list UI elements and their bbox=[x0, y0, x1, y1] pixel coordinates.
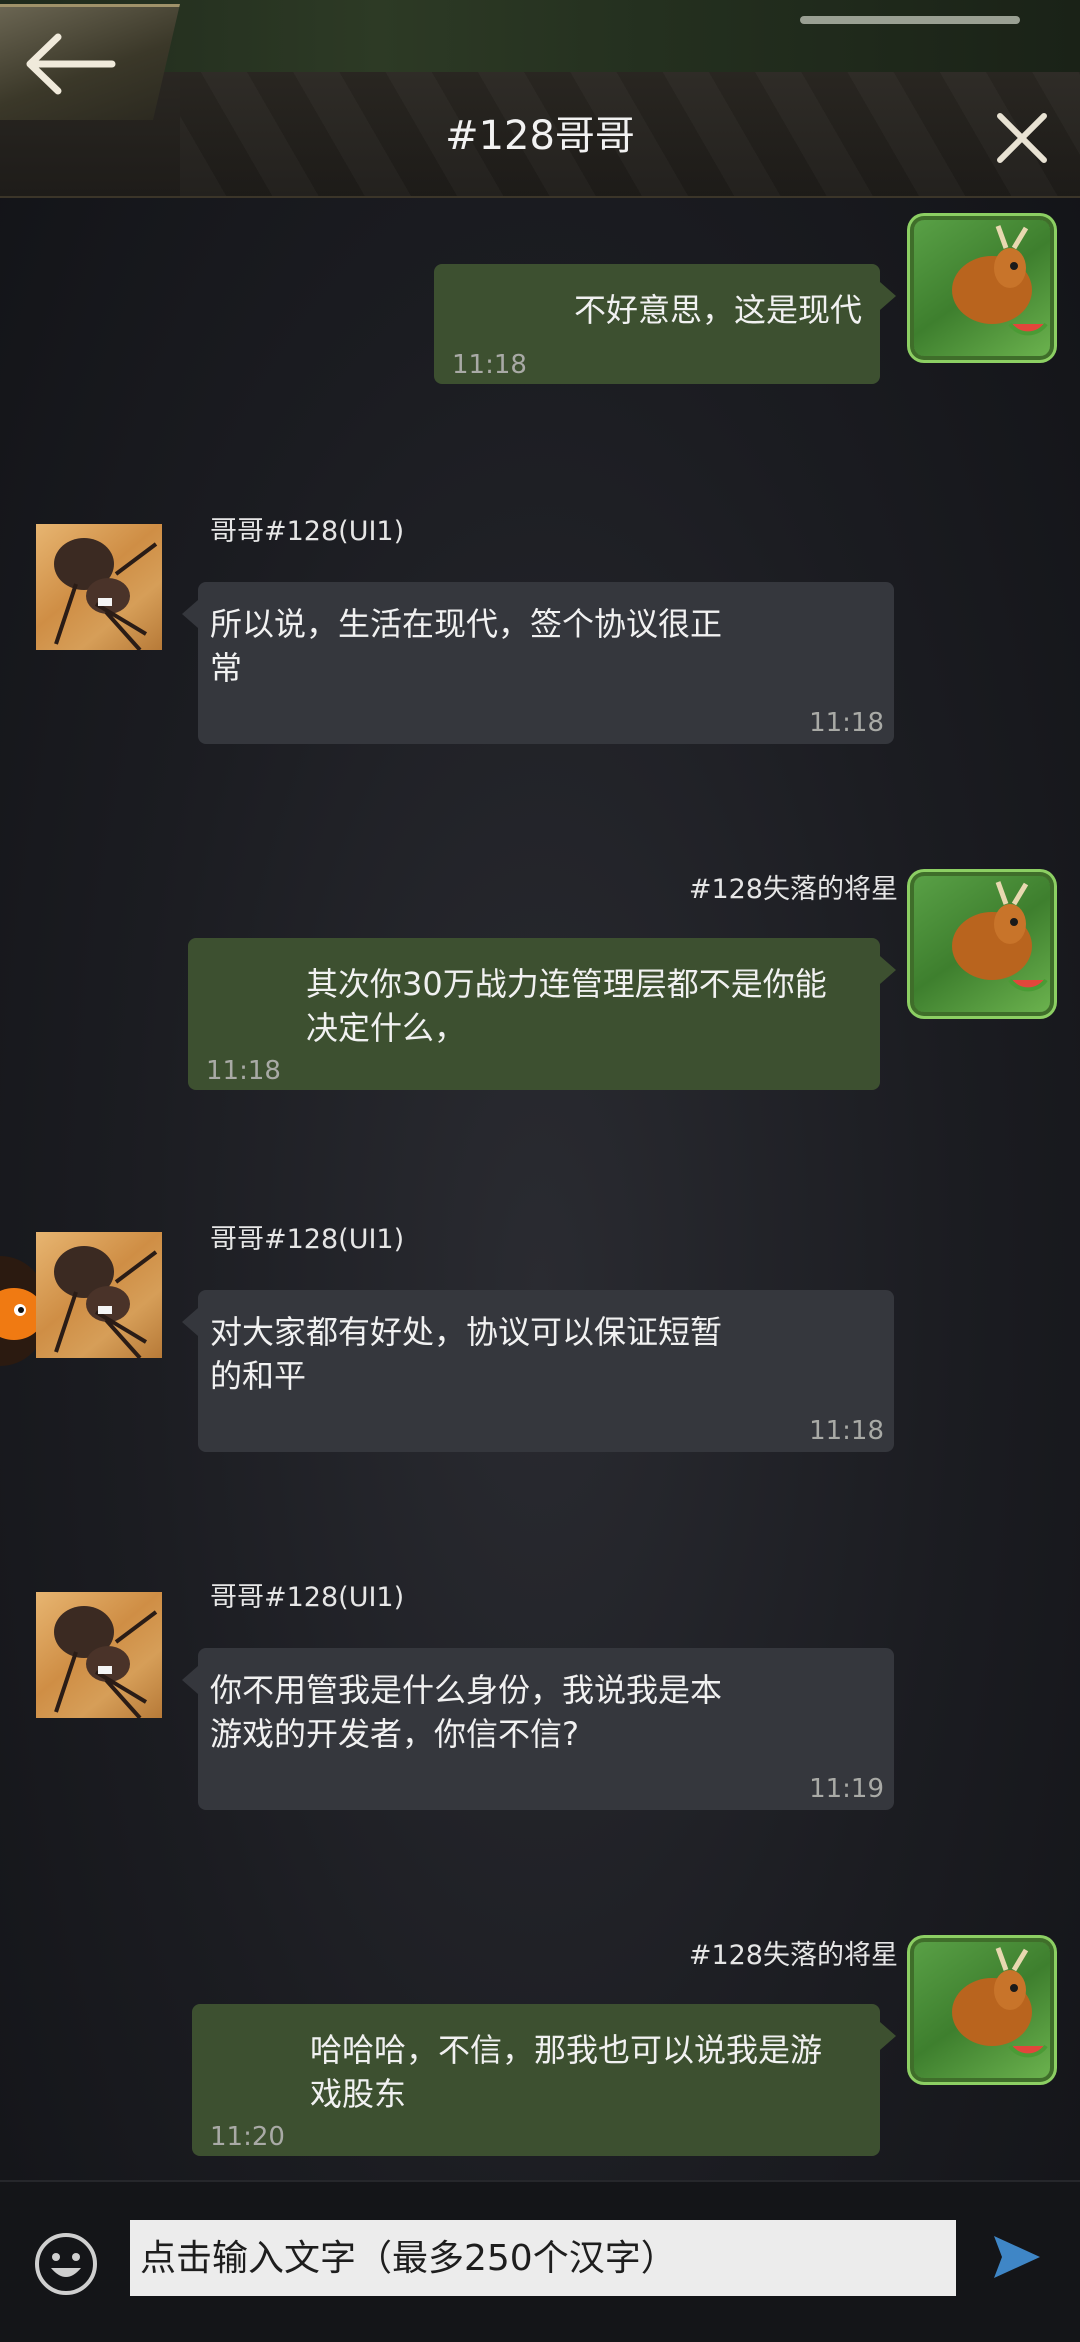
chat-title: #128哥哥 bbox=[445, 113, 635, 159]
my-avatar[interactable] bbox=[914, 1942, 1050, 2078]
message-bubble-right[interactable]: 哈哈哈，不信，那我也可以说我是游 戏股东 11:20 bbox=[192, 2004, 896, 2156]
deer-avatar-icon bbox=[952, 1947, 1048, 2058]
my-avatar[interactable] bbox=[914, 876, 1050, 1012]
sender-nickname: #128失落的将星 bbox=[688, 874, 898, 905]
contact-avatar[interactable] bbox=[36, 1232, 162, 1358]
message-bubble-right[interactable]: 其次你30万战力连管理层都不是你能 决定什么， 11:18 bbox=[188, 938, 896, 1090]
message-bubble-left[interactable]: 所以说，生活在现代，签个协议很正 常 11:18 bbox=[182, 582, 894, 744]
message-text: 哈哈哈，不信，那我也可以说我是游 戏股东 bbox=[310, 2031, 823, 2113]
ant-avatar-icon bbox=[54, 1246, 158, 1358]
input-bar bbox=[0, 2180, 1080, 2342]
message-text: 对大家都有好处，协议可以保证短暂 的和平 bbox=[210, 1313, 723, 1395]
sender-nickname: 哥哥#128(UI1) bbox=[210, 1224, 405, 1255]
ant-avatar-icon bbox=[54, 538, 158, 650]
message-time: 11:20 bbox=[210, 2122, 285, 2152]
message-time: 11:18 bbox=[206, 1056, 281, 1086]
back-arrow-icon bbox=[26, 33, 116, 95]
message-text: 不好意思，这是现代 bbox=[573, 291, 862, 329]
message-bubble-right[interactable]: 不好意思，这是现代 11:18 bbox=[434, 264, 896, 384]
message-time: 11:18 bbox=[452, 350, 527, 380]
deer-avatar-icon bbox=[952, 225, 1048, 336]
home-indicator bbox=[800, 16, 1020, 24]
message-bubble-left[interactable]: 你不用管我是什么身份，我说我是本 游戏的开发者，你信不信? 11:19 bbox=[182, 1648, 894, 1810]
message-time: 11:18 bbox=[809, 708, 884, 738]
send-icon[interactable] bbox=[990, 2230, 1044, 2284]
sender-nickname: 哥哥#128(UI1) bbox=[210, 1582, 405, 1613]
message-bubble-left[interactable]: 对大家都有好处，协议可以保证短暂 的和平 11:18 bbox=[182, 1290, 894, 1452]
message-input[interactable] bbox=[130, 2220, 956, 2296]
message-time: 11:19 bbox=[809, 1774, 884, 1804]
sender-nickname: #128失落的将星 bbox=[688, 1940, 898, 1971]
contact-avatar[interactable] bbox=[36, 1592, 162, 1718]
my-avatar[interactable] bbox=[914, 220, 1050, 356]
sender-nickname: 哥哥#128(UI1) bbox=[210, 516, 405, 547]
ant-avatar-icon bbox=[54, 1606, 158, 1718]
message-text: 所以说，生活在现代，签个协议很正 常 bbox=[210, 605, 723, 687]
message-text: 你不用管我是什么身份，我说我是本 游戏的开发者，你信不信? bbox=[210, 1671, 723, 1753]
message-text: 其次你30万战力连管理层都不是你能 决定什么， bbox=[306, 965, 827, 1047]
emoji-icon[interactable] bbox=[34, 2232, 98, 2296]
contact-avatar[interactable] bbox=[36, 524, 162, 650]
back-button[interactable] bbox=[0, 4, 180, 120]
message-time: 11:18 bbox=[809, 1416, 884, 1446]
deer-avatar-icon bbox=[952, 881, 1048, 992]
close-icon[interactable] bbox=[994, 110, 1050, 166]
